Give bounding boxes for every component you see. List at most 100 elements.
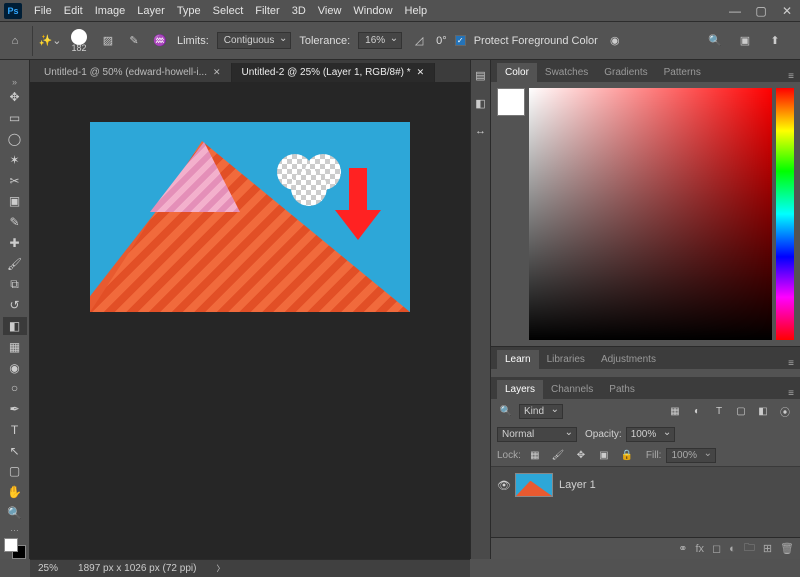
- panel-icon-2[interactable]: ◧: [472, 94, 490, 112]
- filter-toggle-icon[interactable]: ⦿: [776, 402, 794, 420]
- menu-file[interactable]: File: [28, 5, 58, 17]
- history-brush-tool[interactable]: ↺: [3, 296, 27, 315]
- foreground-color-swatch[interactable]: [4, 538, 18, 552]
- panel-icon-1[interactable]: ▤: [472, 66, 490, 84]
- tab-swatches[interactable]: Swatches: [537, 63, 596, 82]
- workspace-icon[interactable]: ▣: [736, 32, 754, 50]
- angle-icon[interactable]: ◿: [410, 32, 428, 50]
- filter-adjust-icon[interactable]: ◐: [688, 402, 706, 420]
- tab-channels[interactable]: Channels: [543, 380, 601, 399]
- brush-size-indicator[interactable]: 182: [67, 29, 91, 53]
- tab-libraries[interactable]: Libraries: [539, 350, 593, 369]
- layer-thumbnail[interactable]: [515, 473, 553, 497]
- tab-patterns[interactable]: Patterns: [656, 63, 709, 82]
- angle-value[interactable]: 0°: [436, 35, 447, 47]
- canvas-viewport[interactable]: [30, 82, 470, 559]
- link-layers-icon[interactable]: ⚭: [678, 542, 687, 555]
- gradient-tool[interactable]: ▦: [3, 337, 27, 356]
- tolerance-input[interactable]: 16%: [358, 32, 402, 49]
- layer-name[interactable]: Layer 1: [559, 479, 596, 491]
- layer-mask-icon[interactable]: ◻: [712, 542, 721, 555]
- pressure-opacity-icon[interactable]: ◉: [606, 32, 624, 50]
- menu-help[interactable]: Help: [399, 5, 434, 17]
- type-tool[interactable]: T: [3, 421, 27, 440]
- lock-artboard-icon[interactable]: ▣: [595, 447, 613, 465]
- close-icon[interactable]: ✕: [213, 67, 221, 78]
- filter-smart-icon[interactable]: ◧: [754, 402, 772, 420]
- tab-adjustments[interactable]: Adjustments: [593, 350, 664, 369]
- airbrush-icon[interactable]: ♒: [151, 32, 169, 50]
- zoom-tool[interactable]: 🔍: [3, 504, 27, 523]
- dodge-tool[interactable]: ○: [3, 379, 27, 398]
- fg-bg-swatch[interactable]: [4, 538, 26, 559]
- frame-tool[interactable]: ▣: [3, 192, 27, 211]
- lasso-tool[interactable]: ◯: [3, 130, 27, 149]
- filter-shape-icon[interactable]: ▢: [732, 402, 750, 420]
- menu-image[interactable]: Image: [89, 5, 132, 17]
- path-tool[interactable]: ↖: [3, 441, 27, 460]
- tool-preset-icon[interactable]: ✨⌄: [41, 32, 59, 50]
- filter-pixel-icon[interactable]: ▦: [666, 402, 684, 420]
- menu-3d[interactable]: 3D: [286, 5, 312, 17]
- opacity-input[interactable]: 100%: [626, 427, 676, 442]
- menu-edit[interactable]: Edit: [58, 5, 89, 17]
- panel-menu-icon[interactable]: ≡: [782, 71, 800, 82]
- group-icon[interactable]: 🗀: [744, 539, 755, 558]
- search-icon[interactable]: 🔍: [706, 32, 724, 50]
- eyedropper-tool[interactable]: ✎: [3, 213, 27, 232]
- tab-learn[interactable]: Learn: [497, 350, 539, 369]
- window-close-button[interactable]: ✕: [774, 0, 800, 22]
- window-maximize-button[interactable]: ▢: [748, 0, 774, 22]
- lock-transparent-icon[interactable]: ▦: [526, 447, 544, 465]
- toolbox-collapse-icon[interactable]: »: [5, 78, 25, 86]
- window-minimize-button[interactable]: —: [722, 0, 748, 22]
- menu-view[interactable]: View: [312, 5, 348, 17]
- zoom-level[interactable]: 25%: [38, 563, 58, 574]
- clone-tool[interactable]: ⧉: [3, 275, 27, 294]
- eraser-tool[interactable]: ◧: [3, 317, 27, 336]
- adjustment-layer-icon[interactable]: ◐: [729, 543, 736, 555]
- visibility-icon[interactable]: 👁: [497, 479, 509, 492]
- fill-input[interactable]: 100%: [666, 448, 716, 463]
- tab-untitled-2[interactable]: Untitled-2 @ 25% (Layer 1, RGB/8#) * ✕: [232, 63, 436, 82]
- new-layer-icon[interactable]: ⊞: [763, 542, 772, 555]
- pen-tool[interactable]: ✒: [3, 400, 27, 419]
- panel-icon-3[interactable]: ↔: [472, 122, 490, 140]
- close-icon[interactable]: ✕: [417, 67, 425, 78]
- info-chevron-icon[interactable]: 〉: [216, 563, 224, 574]
- panel-menu-icon[interactable]: ≡: [782, 388, 800, 399]
- layer-row[interactable]: 👁 Layer 1: [491, 469, 800, 501]
- quick-select-tool[interactable]: ✶: [3, 150, 27, 169]
- brush-tool[interactable]: 🖌: [3, 254, 27, 273]
- menu-select[interactable]: Select: [207, 5, 250, 17]
- filter-type-icon[interactable]: T: [710, 402, 728, 420]
- layer-style-icon[interactable]: fx: [695, 543, 704, 555]
- blend-mode-dropdown[interactable]: Normal: [497, 427, 577, 442]
- crop-tool[interactable]: ✂: [3, 171, 27, 190]
- lock-position-icon[interactable]: ✥: [572, 447, 590, 465]
- menu-type[interactable]: Type: [171, 5, 207, 17]
- hand-tool[interactable]: ✋: [3, 483, 27, 502]
- menu-filter[interactable]: Filter: [249, 5, 285, 17]
- saturation-brightness-field[interactable]: [529, 88, 772, 340]
- healing-tool[interactable]: ✚: [3, 233, 27, 252]
- pressure-size-icon[interactable]: ✎: [125, 32, 143, 50]
- document-info[interactable]: 1897 px x 1026 px (72 ppi): [78, 563, 196, 574]
- edit-toolbar-icon[interactable]: …: [5, 524, 25, 532]
- color-swatch[interactable]: [497, 88, 525, 116]
- protect-fg-checkbox[interactable]: ✓: [455, 35, 466, 46]
- brush-settings-icon[interactable]: ▨: [99, 32, 117, 50]
- home-icon[interactable]: ⌂: [6, 32, 24, 50]
- search-icon[interactable]: 🔍: [497, 402, 515, 420]
- limits-dropdown[interactable]: Contiguous: [217, 32, 292, 49]
- hue-slider[interactable]: [776, 88, 794, 340]
- delete-layer-icon[interactable]: 🗑: [780, 542, 794, 555]
- marquee-tool[interactable]: ▭: [3, 109, 27, 128]
- tab-gradients[interactable]: Gradients: [596, 63, 655, 82]
- move-tool[interactable]: ✥: [3, 88, 27, 107]
- tab-untitled-1[interactable]: Untitled-1 @ 50% (edward-howell-i... ✕: [34, 63, 232, 82]
- layer-kind-filter[interactable]: Kind: [519, 404, 563, 419]
- shape-tool[interactable]: ▢: [3, 462, 27, 481]
- share-icon[interactable]: ⬆: [766, 32, 784, 50]
- tab-paths[interactable]: Paths: [601, 380, 643, 399]
